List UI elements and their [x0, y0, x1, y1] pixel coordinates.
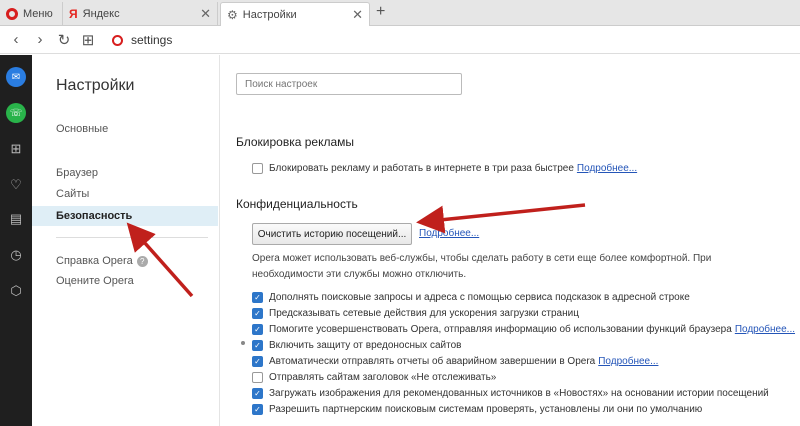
gear-icon: ⚙ [227, 7, 238, 22]
nav-item-sites[interactable]: Сайты [32, 184, 218, 204]
settings-content: Блокировка рекламы Блокировать рекламу и… [220, 55, 800, 426]
tab-yandex[interactable]: Я Яндекс ✕ [62, 2, 218, 26]
privacy-option[interactable]: ✓ Дополнять поисковые запросы и адреса с … [252, 290, 690, 304]
history-icon[interactable]: ◷ [6, 245, 26, 265]
whatsapp-icon[interactable]: ☏ [6, 103, 26, 123]
page-title: Настройки [56, 77, 135, 94]
news-icon[interactable]: ▤ [6, 209, 26, 229]
option-more-link[interactable]: Подробнее... [735, 324, 795, 335]
privacy-option[interactable]: ✓ Разрешить партнерским поисковым система… [252, 402, 702, 416]
checkbox-checked[interactable]: ✓ [252, 323, 263, 335]
checkbox-checked[interactable]: ✓ [252, 291, 263, 303]
adblock-heading: Блокировка рекламы [236, 135, 355, 149]
tab-settings[interactable]: ⚙ Настройки ✕ [220, 2, 370, 26]
menu-label: Меню [23, 8, 53, 20]
opera-logo-icon [6, 8, 18, 20]
adblock-more-link[interactable]: Подробнее... [577, 163, 637, 174]
checkbox-checked[interactable]: ✓ [252, 355, 263, 367]
nav-item-basic[interactable]: Основные [32, 119, 218, 139]
new-tab-button[interactable]: + [376, 3, 385, 21]
privacy-option-label: Предсказывать сетевые действия для ускор… [269, 307, 579, 319]
checkbox-checked[interactable]: ✓ [252, 403, 263, 415]
privacy-more-link[interactable]: Подробнее... [419, 228, 479, 239]
privacy-description: Opera может использовать веб-службы, что… [252, 253, 712, 280]
adblock-option[interactable]: Блокировать рекламу и работать в интерне… [252, 161, 637, 175]
help-label: Справка Opera [56, 255, 133, 267]
yandex-icon: Я [69, 7, 78, 21]
nav-divider [56, 237, 208, 238]
privacy-option[interactable]: ✓ Автоматически отправлять отчеты об авар… [252, 354, 658, 368]
reload-icon[interactable]: ↻ [52, 31, 76, 49]
privacy-option-label: Автоматически отправлять отчеты об авари… [269, 355, 596, 367]
privacy-option-label: Разрешить партнерским поисковым системам… [269, 403, 703, 415]
checkbox-checked[interactable]: ✓ [252, 339, 263, 351]
adblock-checkbox[interactable] [252, 162, 263, 174]
back-icon[interactable]: ‹ [4, 31, 28, 48]
nav-item-browser[interactable]: Браузер [32, 163, 218, 183]
navigation-toolbar: ‹ › ↻ ⊞ settings [0, 26, 800, 54]
privacy-option-label: Помогите усовершенствовать Opera, отправ… [269, 323, 732, 335]
close-tab-icon[interactable]: ✕ [200, 6, 211, 22]
privacy-option-label: Дополнять поисковые запросы и адреса с п… [269, 291, 690, 303]
adblock-label: Блокировать рекламу и работать в интерне… [269, 162, 574, 174]
speed-dial-icon[interactable]: ⊞ [76, 31, 100, 49]
privacy-option[interactable]: ✓ Помогите усовершенствовать Opera, отпра… [252, 322, 795, 336]
clear-history-button[interactable]: Очистить историю посещений... [252, 223, 412, 245]
tab-settings-label: Настройки [242, 8, 297, 21]
indicator-dot [241, 341, 245, 345]
privacy-option-label: Включить защиту от вредоносных сайтов [269, 339, 462, 351]
address-bar[interactable]: settings [112, 31, 172, 49]
extensions-icon[interactable]: ⬡ [6, 281, 26, 301]
privacy-option[interactable]: Отправлять сайтам заголовок «Не отслежив… [252, 370, 496, 384]
opera-menu-button[interactable]: Меню [0, 2, 60, 26]
option-more-link[interactable]: Подробнее... [598, 356, 658, 367]
opera-sidebar: ✉ ☏ ⊞ ♡ ▤ ◷ ⬡ [0, 55, 32, 426]
privacy-option[interactable]: ✓ Включить защиту от вредоносных сайтов [252, 338, 461, 352]
privacy-option[interactable]: ✓ Предсказывать сетевые действия для уско… [252, 306, 579, 320]
privacy-option[interactable]: ✓ Загружать изображения для рекомендованн… [252, 386, 769, 400]
privacy-heading: Конфиденциальность [236, 197, 358, 211]
nav-item-rate[interactable]: Оцените Opera [32, 271, 218, 291]
heart-icon[interactable]: ♡ [6, 175, 26, 195]
address-text[interactable]: settings [131, 33, 172, 47]
tab-yandex-label: Яндекс [82, 8, 120, 20]
speed-dial-icon[interactable]: ⊞ [6, 139, 26, 159]
checkbox-unchecked[interactable] [252, 371, 263, 383]
settings-nav: Настройки Основные Браузер Сайты Безопас… [32, 55, 220, 426]
privacy-option-label: Загружать изображения для рекомендованны… [269, 387, 769, 399]
checkbox-checked[interactable]: ✓ [252, 307, 263, 319]
nav-item-help[interactable]: Справка Opera ? [32, 251, 218, 271]
forward-icon[interactable]: › [28, 31, 52, 48]
help-icon: ? [136, 255, 148, 267]
close-tab-icon[interactable]: ✕ [352, 7, 363, 23]
opera-page-icon [112, 34, 123, 46]
messenger-icon[interactable]: ✉ [6, 67, 26, 87]
settings-search-input[interactable] [236, 73, 462, 95]
checkbox-checked[interactable]: ✓ [252, 387, 263, 399]
tab-bar: Меню Я Яндекс ✕ ⚙ Настройки ✕ + [0, 0, 800, 26]
nav-item-security[interactable]: Безопасность [32, 206, 218, 226]
privacy-option-label: Отправлять сайтам заголовок «Не отслежив… [269, 371, 497, 383]
